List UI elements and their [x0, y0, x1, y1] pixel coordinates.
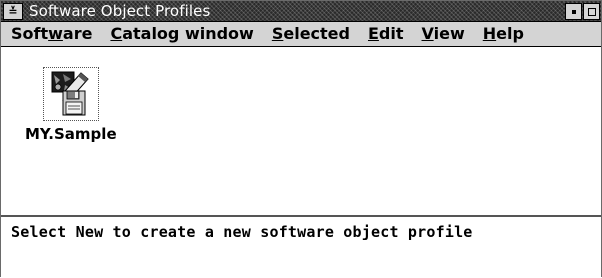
menu-catalog-window-mnemonic: C: [110, 24, 123, 43]
menu-view-mnemonic: V: [421, 24, 434, 43]
minimize-icon: [571, 9, 576, 14]
title-bar[interactable]: ≚ Software Object Profiles: [1, 1, 601, 22]
menu-help-label: elp: [496, 24, 524, 43]
info-area: Select New to create a new software obje…: [1, 215, 601, 278]
maximize-button[interactable]: [583, 3, 600, 20]
system-menu-glyph: ≚: [8, 5, 18, 18]
window-title: Software Object Profiles: [29, 2, 211, 20]
maximize-icon: [587, 7, 596, 16]
menu-bar: Software Catalog window Selected Edit Vi…: [1, 22, 601, 47]
software-object-icon[interactable]: [43, 67, 99, 121]
software-object-label: MY.Sample: [25, 125, 117, 143]
menu-selected-label: elected: [283, 24, 350, 43]
menu-edit-mnemonic: E: [367, 24, 379, 43]
system-menu-icon[interactable]: ≚: [3, 3, 23, 20]
menu-software-label-pre: Soft: [11, 24, 49, 43]
menu-software-mnemonic: w: [48, 24, 63, 43]
menu-catalog-window[interactable]: Catalog window: [110, 23, 253, 45]
object-container[interactable]: MY.Sample: [1, 47, 601, 215]
menu-help-mnemonic: H: [482, 24, 497, 43]
menu-selected[interactable]: Selected: [272, 23, 350, 45]
menu-catalog-window-label: atalog window: [122, 24, 254, 43]
menu-software[interactable]: Software: [11, 23, 92, 45]
minimize-button[interactable]: [565, 3, 582, 20]
menu-selected-mnemonic: S: [271, 24, 284, 43]
menu-edit-label: dit: [378, 24, 404, 43]
menu-view-label: iew: [433, 24, 465, 43]
status-message: Select New to create a new software obje…: [11, 223, 473, 241]
software-object-icon-graphic: [51, 71, 89, 116]
menu-software-label-post: are: [62, 24, 93, 43]
menu-help[interactable]: Help: [483, 23, 524, 45]
menu-view[interactable]: View: [422, 23, 465, 45]
software-object-profiles-window: ≚ Software Object Profiles Software Cata…: [0, 0, 602, 278]
menu-edit[interactable]: Edit: [368, 23, 404, 45]
